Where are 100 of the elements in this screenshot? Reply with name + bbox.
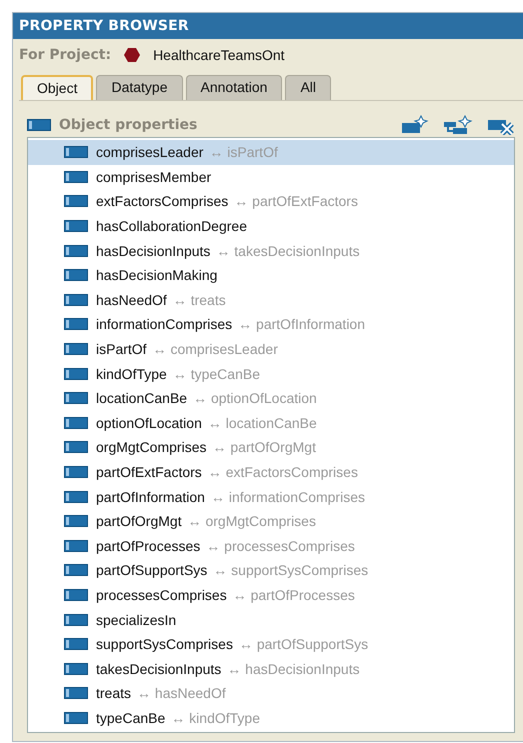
tree-row[interactable]: partOfOrgMgt ↔ orgMgtComprises xyxy=(28,508,514,534)
property-icon xyxy=(64,318,88,330)
property-icon xyxy=(64,662,88,675)
inverse-property: ↔ informationComprises xyxy=(210,488,365,505)
property-icon xyxy=(64,540,88,552)
tree-row[interactable]: extFactorsComprises ↔ partOfExtFactors xyxy=(28,189,514,214)
property-name[interactable]: takesDecisionInputs xyxy=(96,660,222,677)
project-label: For Project: xyxy=(19,47,112,63)
property-name[interactable]: locationCanBe xyxy=(96,390,188,406)
window-title: PROPERTY BROWSER xyxy=(13,13,523,39)
tab[interactable]: Annotation xyxy=(186,75,282,100)
property-name[interactable]: hasCollaborationDegree xyxy=(96,218,247,234)
property-name[interactable]: partOfSupportSys xyxy=(96,562,208,578)
tree-row[interactable]: locationCanBe ↔ optionOfLocation xyxy=(28,386,514,411)
add-subproperty-icon xyxy=(443,115,473,135)
inverse-property: ↔ hasNeedOf xyxy=(137,685,226,702)
property-name[interactable]: extFactorsComprises xyxy=(96,193,228,210)
project-icon xyxy=(123,47,142,63)
inverse-property: ↔ partOfInformation xyxy=(238,316,365,332)
tree-row[interactable]: hasDecisionMaking xyxy=(28,262,514,288)
tree-row[interactable]: partOfInformation ↔ informationComprises xyxy=(28,484,514,509)
property-name[interactable]: specializesIn xyxy=(96,612,176,628)
property-name[interactable]: partOfExtFactors xyxy=(96,464,202,480)
property-name[interactable]: hasDecisionMaking xyxy=(96,267,218,284)
tree-row[interactable]: optionOfLocation ↔ locationCanBe xyxy=(28,410,514,436)
inverse-property: ↔ orgMgtComprises xyxy=(188,513,316,530)
property-name[interactable]: supportSysComprises xyxy=(96,636,233,652)
property-name[interactable]: hasDecisionInputs xyxy=(96,242,210,259)
inverse-property: ↔ partOfProcesses xyxy=(232,586,355,603)
property-name[interactable]: kindOfType xyxy=(96,366,167,382)
property-name[interactable]: optionOfLocation xyxy=(96,414,202,431)
add-property-button[interactable] xyxy=(401,115,429,135)
property-icon xyxy=(64,269,88,282)
property-icon xyxy=(64,687,88,700)
tree-row[interactable]: hasDecisionInputs ↔ takesDecisionInputs xyxy=(28,238,514,263)
property-icon xyxy=(64,712,88,724)
inverse-property: ↔ isPartOf xyxy=(209,144,278,160)
property-name[interactable]: isPartOf xyxy=(96,341,147,358)
property-name[interactable]: hasNeedOf xyxy=(96,292,167,308)
property-icon xyxy=(64,220,88,232)
inverse-property: ↔ takesDecisionInputs xyxy=(216,242,360,259)
inverse-property: ↔ kindOfType xyxy=(171,710,260,726)
inverse-property: ↔ typeCanBe xyxy=(172,366,260,382)
property-icon xyxy=(64,638,88,650)
inverse-property: ↔ optionOfLocation xyxy=(193,390,317,406)
inverse-property: ↔ treats xyxy=(172,292,226,308)
property-name[interactable]: treats xyxy=(96,685,132,702)
property-icon xyxy=(64,170,88,183)
property-icon xyxy=(64,294,88,306)
tree-row[interactable]: hasNeedOf ↔ treats xyxy=(28,288,514,312)
property-icon xyxy=(64,244,88,257)
tree-row[interactable]: processesComprises ↔ partOfProcesses xyxy=(28,582,514,608)
add-subproperty-button[interactable] xyxy=(443,115,473,135)
project-name: HealthcareTeamsOnt xyxy=(153,47,285,63)
property-icon xyxy=(64,441,88,454)
tree-row[interactable]: comprisesMember xyxy=(28,164,514,190)
property-name[interactable]: orgMgtComprises xyxy=(96,439,206,456)
tab[interactable]: Datatype xyxy=(96,75,183,100)
inverse-property: ↔ supportSysComprises xyxy=(213,562,368,578)
tab[interactable]: Object xyxy=(21,75,94,100)
tree-row[interactable]: partOfSupportSys ↔ supportSysComprises xyxy=(28,558,514,583)
property-icon xyxy=(64,588,88,601)
tree-row[interactable]: informationComprises ↔ partOfInformation xyxy=(28,312,514,337)
inverse-property: ↔ locationCanBe xyxy=(208,414,317,431)
inverse-property: ↔ partOfOrgMgt xyxy=(212,439,316,456)
property-icon xyxy=(64,466,88,478)
tree-row[interactable]: orgMgtComprises ↔ partOfOrgMgt xyxy=(28,435,514,460)
property-icon xyxy=(64,368,88,380)
tree-row[interactable]: treats ↔ hasNeedOf xyxy=(28,681,514,706)
tree-title: Object properties xyxy=(59,117,198,133)
tree-row[interactable]: comprisesLeader ↔ isPartOf xyxy=(28,140,514,165)
inverse-property: ↔ processesComprises xyxy=(206,538,355,554)
inverse-property: ↔ partOfSupportSys xyxy=(238,636,368,652)
tab[interactable]: All xyxy=(285,75,332,100)
inverse-property: ↔ hasDecisionInputs xyxy=(227,660,360,677)
property-name[interactable]: partOfOrgMgt xyxy=(96,513,182,530)
property-icon xyxy=(64,515,88,528)
tree-row[interactable]: specializesIn xyxy=(28,607,514,632)
property-name[interactable]: comprisesLeader xyxy=(96,144,204,160)
property-icon xyxy=(64,392,88,404)
property-icon xyxy=(64,614,88,626)
tree-row[interactable]: partOfExtFactors ↔ extFactorsComprises xyxy=(28,460,514,484)
inverse-property: ↔ extFactorsComprises xyxy=(208,464,358,480)
tree-row[interactable]: hasCollaborationDegree xyxy=(28,214,514,238)
property-icon xyxy=(64,195,88,208)
property-name[interactable]: partOfInformation xyxy=(96,488,205,505)
property-name[interactable]: comprisesMember xyxy=(96,168,212,185)
tree-row[interactable]: partOfProcesses ↔ processesComprises xyxy=(28,534,514,558)
tree-row[interactable]: typeCanBe ↔ kindOfType xyxy=(28,706,514,730)
property-name[interactable]: informationComprises xyxy=(96,316,232,332)
tree-row[interactable]: supportSysComprises ↔ partOfSupportSys xyxy=(28,632,514,656)
property-name[interactable]: typeCanBe xyxy=(96,710,166,726)
inverse-property: ↔ partOfExtFactors xyxy=(234,193,358,210)
property-icon xyxy=(27,119,51,131)
property-icon xyxy=(64,416,88,429)
tree-row[interactable]: kindOfType ↔ typeCanBe xyxy=(28,361,514,386)
tree-row[interactable]: takesDecisionInputs ↔ hasDecisionInputs xyxy=(28,656,514,682)
property-name[interactable]: processesComprises xyxy=(96,586,227,603)
property-name[interactable]: partOfProcesses xyxy=(96,538,200,554)
tree-row[interactable]: isPartOf ↔ comprisesLeader xyxy=(28,336,514,362)
